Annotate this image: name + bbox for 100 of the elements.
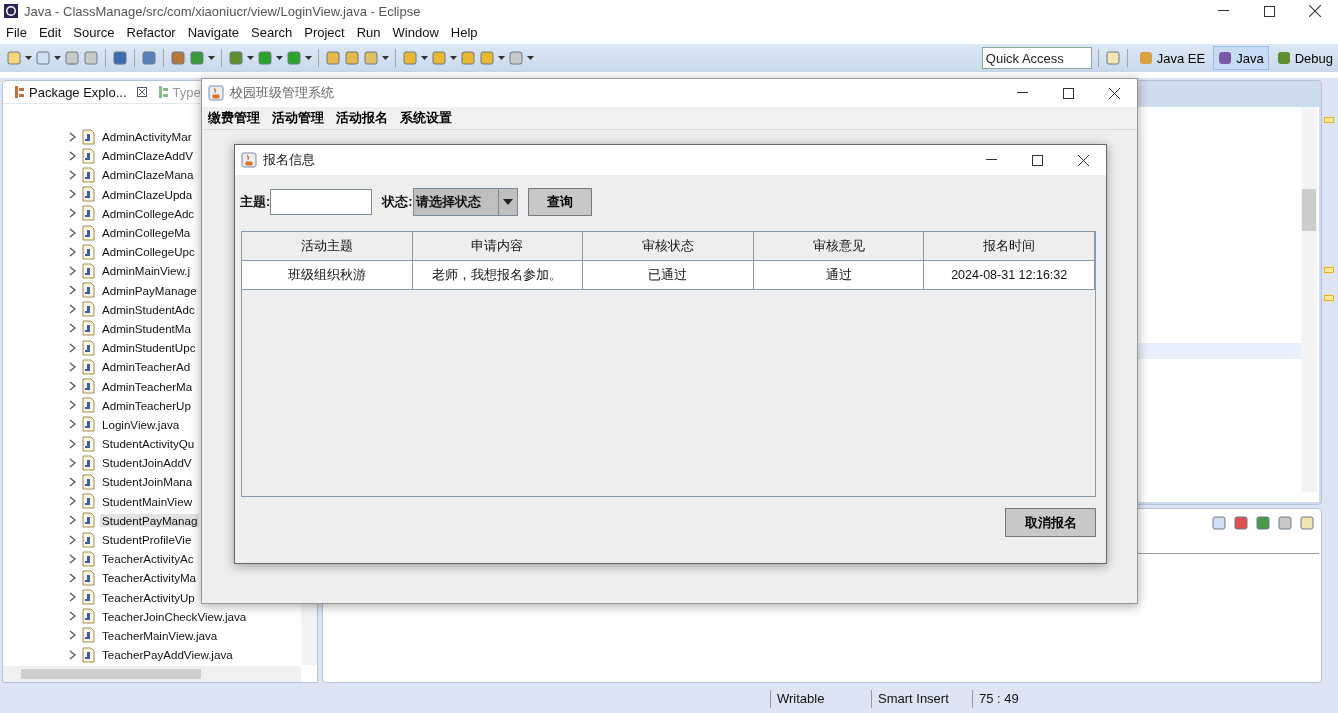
dropdown-arrow-icon[interactable] [527, 56, 534, 60]
column-header[interactable]: 审核意见 [753, 232, 925, 261]
dropdown-arrow-icon[interactable] [421, 56, 428, 60]
chevron-icon[interactable] [69, 630, 76, 641]
menu-item[interactable]: File [6, 24, 27, 40]
subject-field[interactable] [270, 189, 373, 215]
tree-item[interactable]: AdminTeacherAd [100, 360, 193, 374]
chevron-icon[interactable] [69, 400, 76, 411]
chevron-icon[interactable] [69, 438, 76, 449]
close-icon[interactable] [1309, 5, 1321, 17]
tree-item[interactable]: AdminTeacherUp [100, 398, 193, 412]
menu-item[interactable]: Edit [38, 24, 62, 40]
tree-item[interactable]: LoginView.java [100, 417, 182, 431]
chevron-icon[interactable] [69, 534, 76, 545]
chevron-icon[interactable] [69, 496, 76, 507]
chevron-icon[interactable] [69, 342, 76, 353]
menu-item[interactable]: Help [450, 24, 478, 40]
chevron-icon[interactable] [69, 515, 76, 526]
scrollbar[interactable] [3, 666, 301, 682]
chevron-icon[interactable] [69, 227, 76, 238]
scrollbar[interactable] [1301, 107, 1317, 492]
status-dropdown[interactable]: 请选择状态 [412, 188, 518, 216]
perspective-button[interactable]: Java EE [1133, 46, 1211, 70]
dropdown-arrow-icon[interactable] [305, 56, 312, 60]
tree-item[interactable]: AdminClazeUpda [100, 187, 195, 201]
chevron-icon[interactable] [69, 131, 76, 142]
dropdown-arrow-icon[interactable] [25, 56, 32, 60]
dropdown-arrow-icon[interactable] [54, 56, 61, 60]
column-header[interactable]: 报名时间 [924, 232, 1095, 261]
tree-item[interactable]: AdminClazeMana [100, 168, 196, 182]
menu-item[interactable]: 系统设置 [400, 109, 452, 127]
tree-item[interactable]: AdminCollegeUpc [100, 245, 197, 259]
column-header[interactable]: 申请内容 [412, 232, 584, 261]
chevron-icon[interactable] [69, 592, 76, 603]
tree-item[interactable]: AdminStudentMa [100, 321, 193, 335]
dropdown-arrow-icon[interactable] [382, 56, 389, 60]
chevron-icon[interactable] [69, 304, 76, 315]
warning-marker[interactable] [1324, 267, 1334, 273]
close-icon[interactable] [136, 87, 147, 97]
menu-item[interactable]: 缴费管理 [208, 109, 260, 127]
dropdown-arrow-icon[interactable] [208, 56, 215, 60]
menu-item[interactable]: Navigate [187, 24, 239, 40]
chevron-icon[interactable] [69, 285, 76, 296]
chevron-icon[interactable] [69, 419, 76, 430]
quick-access-field[interactable]: Quick Access [981, 47, 1092, 69]
tree-item[interactable]: StudentPayManag [100, 513, 200, 527]
minimize-icon[interactable] [1217, 10, 1229, 12]
chevron-icon[interactable] [69, 476, 76, 487]
menu-item[interactable]: Window [392, 24, 439, 40]
chevron-icon[interactable] [69, 208, 76, 219]
tree-item[interactable]: AdminMainView.j [100, 264, 193, 278]
chevron-icon[interactable] [69, 381, 76, 392]
chevron-icon[interactable] [69, 265, 76, 276]
menu-item[interactable]: 活动管理 [272, 109, 324, 127]
chevron-icon[interactable] [69, 649, 76, 660]
tree-item[interactable]: AdminActivityMar [100, 130, 194, 144]
tree-item[interactable]: AdminStudentUpc [100, 341, 198, 355]
warning-marker[interactable] [1324, 117, 1334, 123]
tree-item[interactable]: StudentActivityQu [100, 437, 197, 451]
tree-item[interactable]: StudentMainView [100, 494, 194, 508]
chevron-icon[interactable] [69, 611, 76, 622]
tree-item[interactable]: AdminTeacherMa [100, 379, 195, 393]
chevron-icon[interactable] [69, 246, 76, 257]
column-header[interactable]: 审核状态 [583, 232, 754, 261]
minimize-icon[interactable] [985, 159, 997, 161]
warning-marker[interactable] [1324, 295, 1334, 301]
tree-item[interactable]: StudentJoinAddV [100, 456, 194, 470]
dropdown-arrow-icon[interactable] [247, 56, 254, 60]
dropdown-arrow-icon[interactable] [498, 56, 505, 60]
perspective-button[interactable]: Debug [1271, 46, 1338, 70]
dropdown-arrow-icon[interactable] [450, 56, 457, 60]
menu-item[interactable]: Project [304, 24, 345, 40]
menu-item[interactable]: Refactor [126, 24, 176, 40]
chevron-icon[interactable] [69, 361, 76, 372]
maximize-icon[interactable] [1062, 87, 1074, 99]
chevron-icon[interactable] [69, 169, 76, 180]
perspective-button[interactable]: Java [1213, 46, 1269, 70]
cancel-signup-button[interactable]: 取消报名 [1005, 508, 1096, 537]
menu-item[interactable]: Search [251, 24, 293, 40]
tree-item[interactable]: TeacherActivityUp [100, 590, 197, 604]
chevron-icon[interactable] [69, 457, 76, 468]
tree-item[interactable]: StudentJoinMana [100, 475, 195, 489]
minimize-icon[interactable] [1016, 92, 1028, 94]
tree-item[interactable]: AdminCollegeMa [100, 226, 193, 240]
maximize-icon[interactable] [1263, 5, 1275, 17]
tree-item[interactable]: TeacherMainView.java [100, 628, 220, 642]
tree-item[interactable]: AdminStudentAdc [100, 302, 197, 316]
menu-item[interactable]: 活动报名 [336, 109, 388, 127]
query-button[interactable]: 查询 [527, 188, 592, 216]
chevron-icon[interactable] [69, 553, 76, 564]
dropdown-arrow-icon[interactable] [276, 56, 283, 60]
close-icon[interactable] [1077, 154, 1089, 166]
close-icon[interactable] [1108, 87, 1120, 99]
tree-item[interactable]: AdminPayManage [100, 283, 199, 297]
chevron-icon[interactable] [69, 323, 76, 334]
chevron-icon[interactable] [69, 150, 76, 161]
tree-item[interactable]: TeacherJoinCheckView.java [100, 609, 249, 623]
menu-item[interactable]: Source [73, 24, 115, 40]
tree-item[interactable]: AdminClazeAddV [100, 149, 195, 163]
tree-item[interactable]: AdminCollegeAdc [100, 206, 197, 220]
